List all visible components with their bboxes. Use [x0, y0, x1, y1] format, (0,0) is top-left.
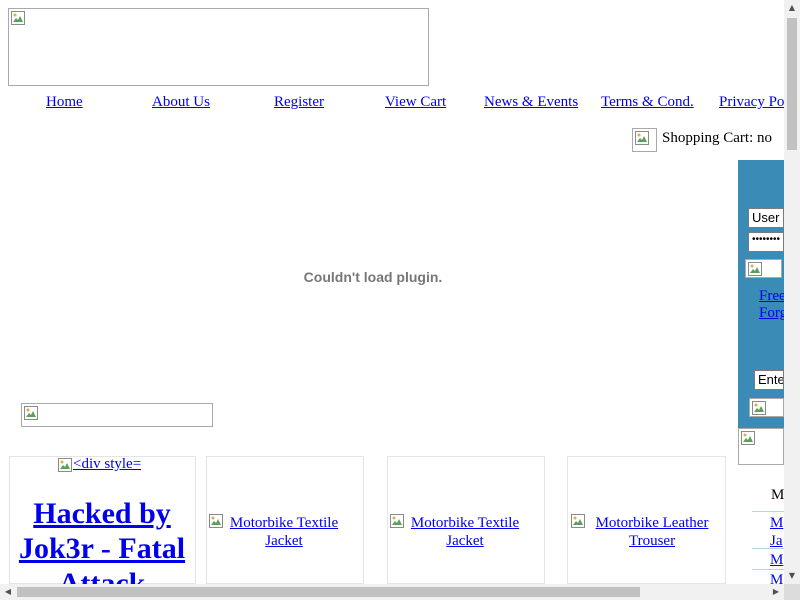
scrollbar-corner — [784, 584, 800, 600]
broken-image-icon — [23, 405, 39, 421]
broken-image-icon — [634, 130, 650, 146]
product-link[interactable]: Motorbike Textile Jacket — [407, 514, 523, 550]
menu-divider — [752, 548, 784, 549]
nav-terms-link[interactable]: Terms & Cond. — [601, 94, 694, 111]
promo-image — [21, 403, 213, 427]
password-input[interactable]: •••••••• — [748, 232, 784, 252]
search-input[interactable]: Ente — [754, 370, 784, 390]
vertical-scrollbar-thumb[interactable] — [787, 18, 797, 150]
horizontal-scrollbar[interactable]: ◀ ▶ — [0, 584, 784, 600]
side-menu-item[interactable]: M — [770, 551, 783, 569]
vertical-scrollbar[interactable]: ▲ ▼ — [784, 0, 800, 584]
header-banner-image — [8, 8, 429, 86]
shopping-cart-status: Shopping Cart: no — [662, 130, 773, 146]
nav-home-link[interactable]: Home — [46, 94, 83, 111]
product-link[interactable]: Motorbike Leather Trouser — [589, 514, 715, 550]
product-link[interactable]: Motorbike Textile Jacket — [226, 514, 342, 550]
plugin-error-message: Couldn't load plugin. — [303, 269, 443, 285]
broken-image-icon — [570, 513, 586, 529]
broken-image-icon — [389, 513, 405, 529]
cart-icon[interactable] — [632, 128, 657, 152]
broken-image-icon — [57, 457, 73, 473]
forgot-password-link[interactable]: Forg — [759, 305, 787, 322]
scroll-up-arrow-icon[interactable]: ▲ — [784, 0, 800, 16]
login-button[interactable] — [745, 259, 782, 278]
broken-image-icon — [747, 261, 763, 277]
broken-div-link[interactable]: <div style= — [73, 456, 141, 473]
nav-view-cart-link[interactable]: View Cart — [385, 94, 446, 111]
side-banner-image — [738, 428, 784, 465]
broken-image-icon — [740, 430, 756, 446]
side-menu-item[interactable]: M — [770, 514, 783, 532]
search-button[interactable] — [749, 398, 784, 417]
scroll-down-arrow-icon[interactable]: ▼ — [784, 568, 800, 584]
username-input[interactable]: User — [748, 208, 784, 228]
nav-news-events-link[interactable]: News & Events — [484, 94, 578, 111]
scroll-right-arrow-icon[interactable]: ▶ — [768, 584, 784, 600]
horizontal-scrollbar-thumb[interactable] — [17, 587, 640, 597]
nav-about-link[interactable]: About Us — [152, 94, 210, 111]
menu-divider — [752, 511, 784, 512]
broken-image-icon — [10, 10, 26, 26]
broken-image-icon — [208, 513, 224, 529]
side-menu-header: M — [771, 487, 785, 503]
nav-privacy-link[interactable]: Privacy Po — [719, 94, 784, 111]
menu-divider — [752, 569, 784, 570]
scroll-left-arrow-icon[interactable]: ◀ — [0, 584, 16, 600]
free-register-link[interactable]: Free — [759, 288, 786, 305]
broken-image-icon — [751, 400, 767, 416]
nav-register-link[interactable]: Register — [274, 94, 324, 111]
